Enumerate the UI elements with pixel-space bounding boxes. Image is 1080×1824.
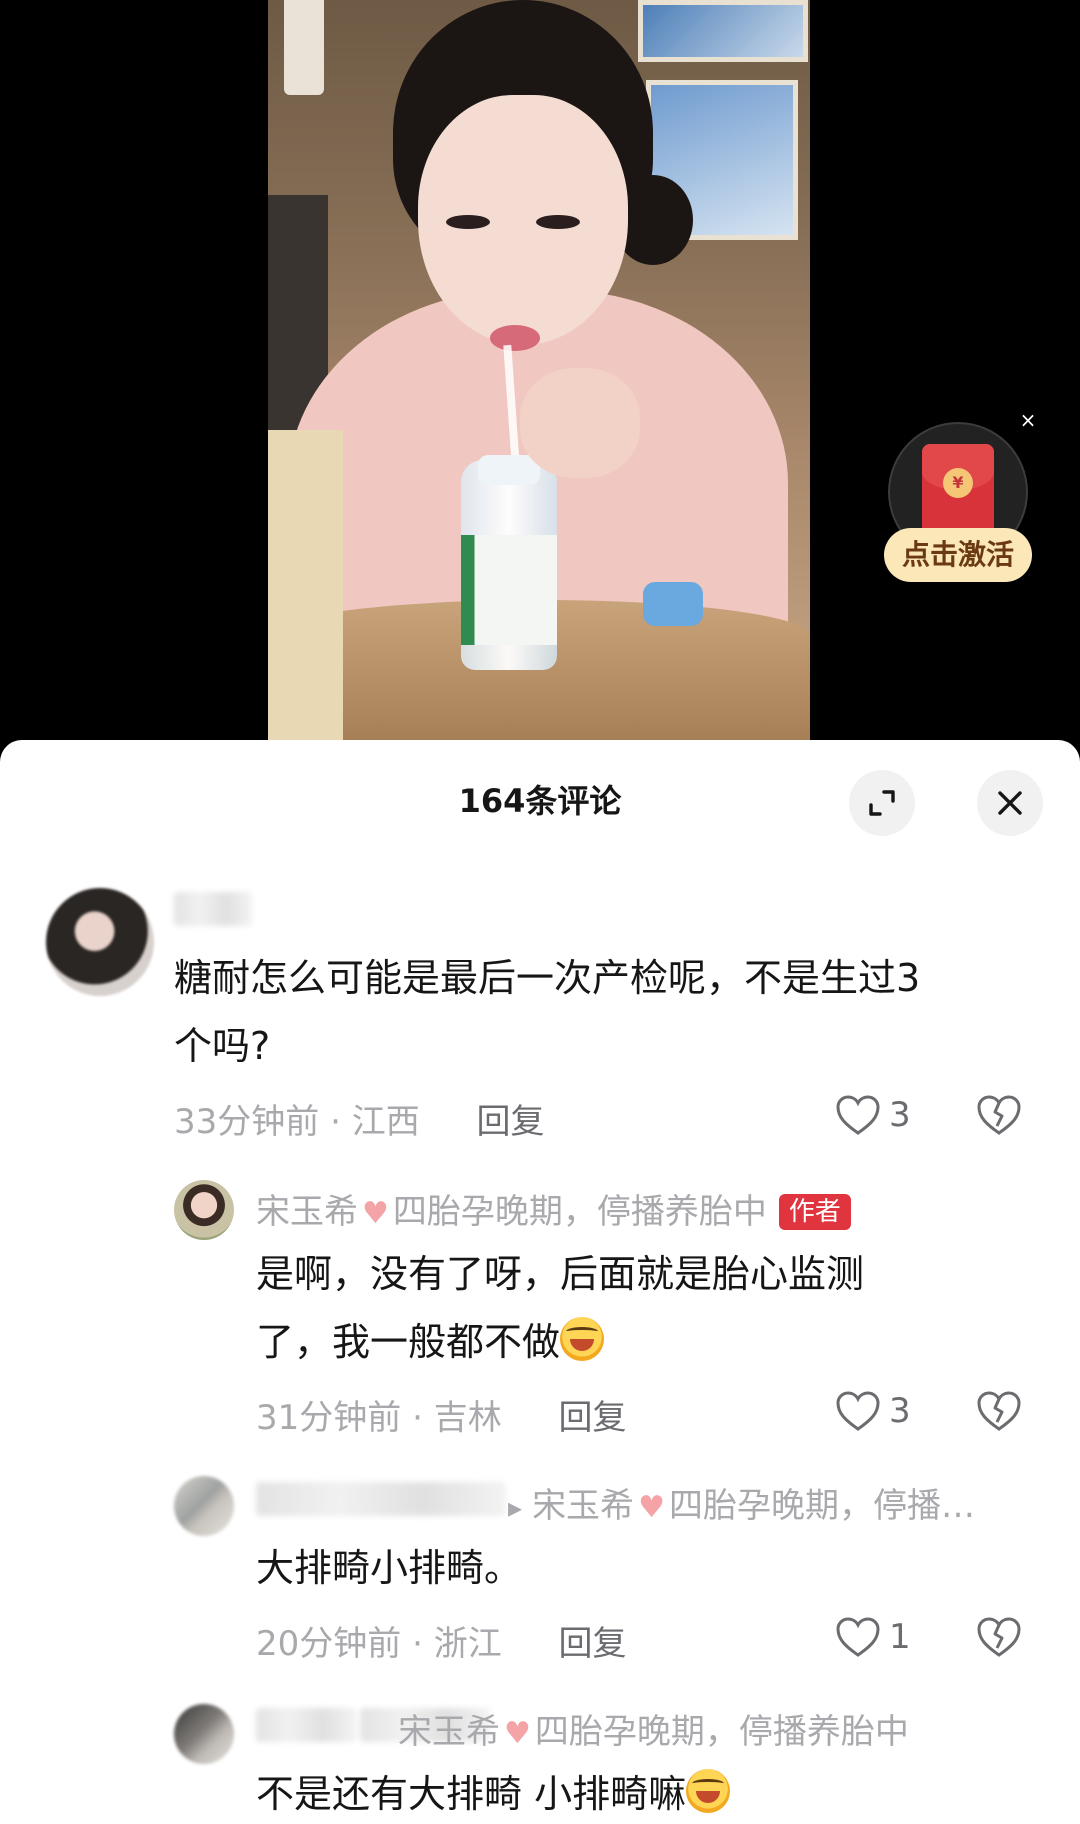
- author-badge: 作者: [778, 1194, 851, 1230]
- reply-user-avatar-2[interactable]: [174, 1704, 234, 1764]
- video-lamp: [284, 0, 324, 95]
- video-eye-left: [446, 215, 490, 229]
- video-player[interactable]: × ¥ 点击激活: [0, 0, 1080, 742]
- comment-text: 糖耐怎么可能是最后一次产检呢，不是生过3 个吗?: [174, 944, 920, 1080]
- commenter-avatar[interactable]: [46, 888, 154, 996]
- laughing-crying-emoji-icon: [686, 1769, 731, 1813]
- author-reply-dislike-button[interactable]: [976, 1390, 1022, 1436]
- reply-button[interactable]: 回复: [477, 1102, 545, 1142]
- comment-location: 江西: [351, 1102, 420, 1142]
- video-bottle-cap: [478, 455, 540, 485]
- red-packet-close-icon[interactable]: ×: [1018, 408, 1038, 432]
- heart-outline-icon: [836, 1095, 880, 1135]
- author-reply-like-count: 3: [889, 1391, 911, 1431]
- broken-heart-icon: [977, 1617, 1021, 1657]
- author-name: 宋玉希: [256, 1192, 358, 1232]
- reply-text-2-row: 不是还有大排畸 小排畸嘛: [256, 1760, 731, 1824]
- laughing-crying-emoji-icon: [560, 1317, 605, 1361]
- heart-outline-icon: [836, 1391, 880, 1431]
- reply-to-row[interactable]: ▸ 宋玉希 ♥ 四胎孕晚期，停播…: [498, 1478, 975, 1527]
- author-reply-dot: ·: [412, 1398, 434, 1438]
- video-wall-art: [638, 0, 808, 62]
- broken-heart-icon: [977, 1391, 1021, 1431]
- reply-dot: ·: [412, 1624, 434, 1664]
- heart-outline-icon: [836, 1617, 880, 1657]
- comment-meta: 33分钟前 · 江西 回复: [174, 1094, 545, 1143]
- reply-to-suffix: 四胎孕晚期，停播…: [668, 1486, 975, 1526]
- author-reply-line-2-row: 了，我一般都不做: [256, 1308, 864, 1376]
- red-envelope-coin-icon: ¥: [943, 468, 973, 498]
- reply-text-2: 不是还有大排畸 小排畸嘛: [256, 1772, 687, 1816]
- pink-heart-icon: ♥: [362, 1196, 389, 1231]
- comment-text-line-1: 糖耐怎么可能是最后一次产检呢，不是生过3: [174, 956, 921, 1000]
- like-count: 3: [889, 1095, 911, 1135]
- author-reply-meta: 31分钟前 · 吉林 回复: [256, 1390, 627, 1439]
- comment-dot: ·: [330, 1102, 352, 1142]
- video-bottle-label: [461, 535, 557, 645]
- author-reply-line-1: 是啊，没有了呀，后面就是胎心监测: [256, 1252, 865, 1296]
- comment-sheet: 164条评论 糖耐怎么可能是最后一次产检呢，不是生过3 个吗? 33分钟前 · …: [0, 740, 1080, 1824]
- reply-to-suffix-2: 四胎孕晚期，停播养胎中: [534, 1712, 909, 1752]
- reply-to-row-2[interactable]: 宋玉希 ♥ 四胎孕晚期，停播养胎中: [398, 1704, 909, 1753]
- expand-icon: [869, 790, 895, 816]
- video-eye-right: [536, 215, 580, 229]
- reply-to-name-2: 宋玉希: [398, 1712, 500, 1752]
- video-wristband: [643, 582, 703, 626]
- author-name-row[interactable]: 宋玉希 ♥ 四胎孕晚期，停播养胎中 作者: [256, 1184, 851, 1233]
- author-reply-time: 31分钟前: [256, 1398, 402, 1438]
- close-button[interactable]: [977, 770, 1043, 836]
- author-reply-like-button[interactable]: 3: [835, 1390, 911, 1432]
- reply-reply-button[interactable]: 回复: [559, 1624, 627, 1664]
- commenter-name-blurred[interactable]: [174, 892, 252, 926]
- author-reply-button[interactable]: 回复: [559, 1398, 627, 1438]
- comment-time: 33分钟前: [174, 1102, 320, 1142]
- expand-button[interactable]: [849, 770, 915, 836]
- red-packet-activate-button[interactable]: 点击激活: [884, 528, 1032, 582]
- reply-user-name-blurred-2[interactable]: [256, 1708, 356, 1742]
- reply-arrow-icon: ▸: [508, 1491, 523, 1524]
- author-avatar[interactable]: [174, 1180, 234, 1240]
- pink-heart-icon: ♥: [504, 1716, 531, 1751]
- reply-to-name: 宋玉希: [532, 1486, 635, 1526]
- author-reply-location: 吉林: [433, 1398, 502, 1438]
- reply-time: 20分钟前: [256, 1624, 402, 1664]
- dislike-button[interactable]: [976, 1094, 1022, 1140]
- video-frame[interactable]: [268, 0, 810, 742]
- reply-user-avatar[interactable]: [174, 1476, 234, 1536]
- video-lips: [490, 325, 540, 351]
- reply-text: 大排畸小排畸。: [256, 1546, 523, 1590]
- reply-like-count: 1: [889, 1617, 911, 1657]
- pink-heart-icon: ♥: [638, 1490, 665, 1525]
- video-hand: [520, 368, 640, 478]
- video-bag: [268, 430, 343, 742]
- reply-user-name-blurred[interactable]: [256, 1482, 506, 1516]
- author-name-suffix: 四胎孕晚期，停播养胎中: [392, 1192, 767, 1232]
- reply-meta: 20分钟前 · 浙江 回复: [256, 1616, 627, 1665]
- like-button[interactable]: 3: [835, 1094, 911, 1136]
- author-reply-text: 是啊，没有了呀，后面就是胎心监测 了，我一般都不做: [256, 1240, 864, 1376]
- reply-location: 浙江: [433, 1624, 502, 1664]
- close-icon: [998, 791, 1022, 815]
- reply-dislike-button[interactable]: [976, 1616, 1022, 1662]
- reply-like-button[interactable]: 1: [835, 1616, 911, 1658]
- broken-heart-icon: [977, 1095, 1021, 1135]
- comment-text-line-2: 个吗?: [174, 1024, 271, 1068]
- comments-count-title: 164条评论: [458, 782, 622, 820]
- author-reply-line-2: 了，我一般都不做: [256, 1320, 561, 1364]
